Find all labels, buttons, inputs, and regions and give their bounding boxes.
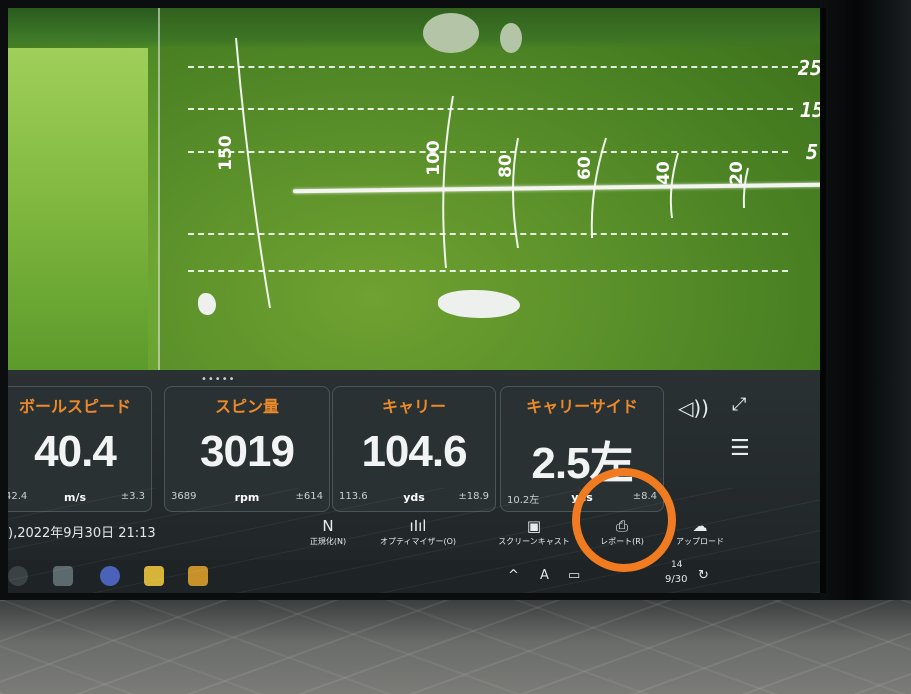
- stat-card-carry: キャリー 104.6 113.6 yds ±18.9: [332, 386, 496, 512]
- stat-range: ±614: [295, 491, 323, 502]
- highlight-circle: [572, 468, 676, 572]
- course-view: 25 15 5 150 100 80 60 40 20: [8, 8, 820, 370]
- stat-value: 3019: [200, 427, 295, 476]
- chart-icon: ıIıl: [409, 517, 427, 535]
- tray-chevron-icon[interactable]: ^: [508, 568, 519, 583]
- stat-range: ±3.3: [120, 491, 145, 502]
- floor-background: [0, 600, 911, 694]
- tool-label: 正規化(N): [309, 537, 347, 546]
- ime-indicator[interactable]: A: [540, 568, 549, 583]
- taskview-icon[interactable]: [53, 566, 73, 586]
- settings-sliders-icon[interactable]: ☰: [730, 436, 750, 461]
- stat-value: 104.6: [361, 427, 467, 476]
- stat-card-ball-speed: ボールスピード 40.4 42.4 m/s ±3.3: [8, 386, 152, 512]
- stat-sub: 113.6 yds ±18.9: [339, 491, 489, 507]
- stat-range: ±18.9: [458, 491, 489, 502]
- tray-date[interactable]: 9/30: [665, 574, 687, 585]
- normalize-icon: N: [322, 517, 334, 535]
- taskbar: ^ A ▭ 14 9/30 ↻: [8, 560, 820, 593]
- distance-marker-60: 60: [574, 156, 595, 180]
- app-icon-orange[interactable]: [188, 566, 208, 586]
- refresh-icon[interactable]: ↻: [698, 568, 709, 583]
- folder-icon[interactable]: [144, 566, 164, 586]
- screencast-button[interactable]: ▣ スクリーンキャスト: [494, 516, 574, 547]
- simulator-screen: 25 15 5 150 100 80 60 40 20 ••••• ボールスピー…: [8, 8, 826, 593]
- panel-drag-handle[interactable]: •••••: [201, 374, 236, 385]
- start-icon[interactable]: [8, 566, 28, 586]
- stat-title: キャリーサイド: [526, 397, 638, 416]
- stat-value: 40.4: [34, 427, 117, 476]
- bunker-center: [438, 290, 520, 318]
- distance-marker-80: 80: [495, 154, 516, 178]
- speaker-icon[interactable]: ◁)): [678, 396, 709, 420]
- stat-card-spin: スピン量 3019 3689 rpm ±614: [164, 386, 330, 512]
- stat-title: キャリー: [381, 397, 446, 416]
- bunker-left: [198, 293, 216, 315]
- optimizer-button[interactable]: ıIıl オプティマイザー(O): [378, 516, 458, 547]
- monitor-bezel: [820, 0, 911, 694]
- distance-marker-20: 20: [726, 161, 747, 185]
- distance-marker-150: 150: [215, 135, 236, 171]
- session-date: ),2022年9月30日 21:13: [8, 526, 156, 541]
- tray-time[interactable]: 14: [671, 560, 682, 570]
- tool-label: スクリーンキャスト: [498, 537, 570, 546]
- screencast-icon: ▣: [526, 517, 542, 535]
- app-icon-blue[interactable]: [100, 566, 120, 586]
- normalize-button[interactable]: N 正規化(N): [288, 516, 368, 547]
- stat-sub: 42.4 m/s ±3.3: [8, 491, 145, 507]
- stats-panel: ••••• ボールスピード 40.4 42.4 m/s ±3.3 スピン量 30…: [8, 370, 820, 593]
- notification-icon[interactable]: ▭: [568, 568, 580, 583]
- stat-title: スピン量: [214, 397, 279, 416]
- fullscreen-icon[interactable]: ⤢: [732, 394, 746, 415]
- stat-sub: 3689 rpm ±614: [171, 491, 323, 507]
- tool-label: オプティマイザー(O): [379, 537, 457, 546]
- stat-title: ボールスピード: [18, 397, 131, 416]
- distance-marker-100: 100: [423, 140, 444, 176]
- distance-marker-40: 40: [653, 161, 674, 185]
